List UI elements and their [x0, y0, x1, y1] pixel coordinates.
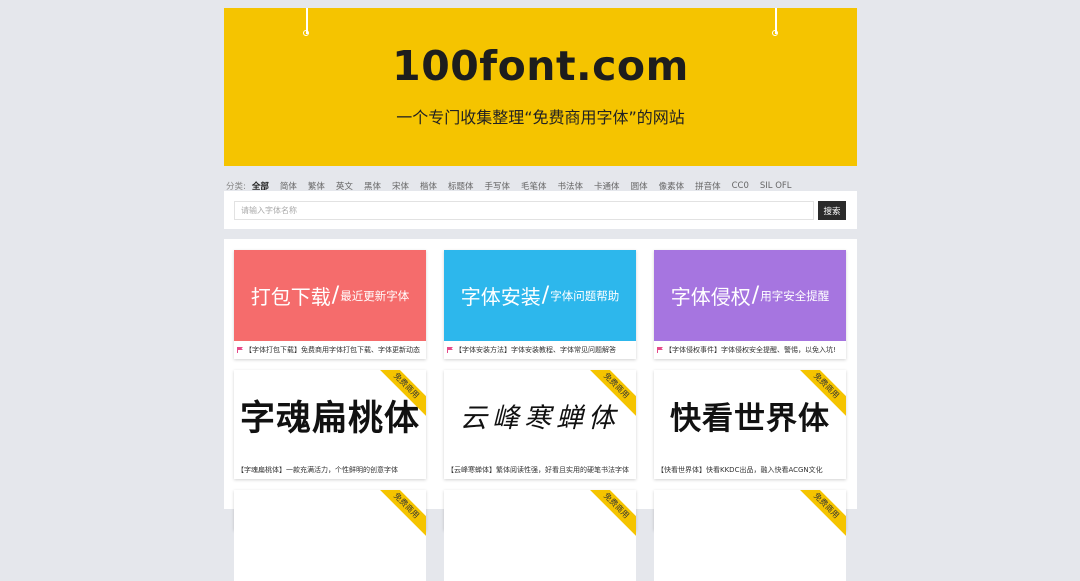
category-item-sil-ofl[interactable]: SIL OFL	[760, 181, 792, 191]
font-card[interactable]: 云峰寒蝉体 免费商用 【云峰寒蝉体】繁体阅读性强，好看且实用的硬笔书法字体	[444, 370, 636, 479]
search-bar: 搜索	[224, 191, 857, 229]
slash-separator: /	[331, 283, 340, 308]
flag-icon	[657, 347, 663, 353]
feature-card-caption[interactable]: 【字体安装方法】字体安装教程、字体常见问题解答	[444, 341, 636, 359]
feature-card-title: 字体安装	[460, 285, 541, 309]
feature-card-infringement[interactable]: 字体侵权 / 用字安全提醒 【字体侵权事件】字体侵权安全提醒、警惕，以免入坑!	[654, 250, 846, 359]
free-commercial-ribbon: 免费商用	[582, 490, 636, 540]
font-preview: 云峰寒蝉体 免费商用	[444, 370, 636, 461]
caption-text: 【字体侵权事件】字体侵权安全提醒、警惕，以免入坑!	[665, 346, 836, 354]
search-button[interactable]: 搜索	[818, 201, 846, 220]
free-commercial-ribbon: 免费商用	[792, 490, 846, 540]
font-card-caption[interactable]: 【字魂扁桃体】一款充满活力，个性鲜明的创意字体	[234, 461, 426, 479]
feature-card-banner: 打包下载 / 最近更新字体	[234, 250, 426, 341]
font-card[interactable]: 字魂扁桃体 免费商用 【字魂扁桃体】一款充满活力，个性鲜明的创意字体	[234, 370, 426, 479]
feature-card-banner: 字体侵权 / 用字安全提醒	[654, 250, 846, 341]
font-preview: 免费商用	[654, 490, 846, 581]
free-commercial-ribbon: 免费商用	[372, 490, 426, 540]
hanging-hook-right	[772, 8, 778, 36]
feature-card-subtitle: 用字安全提醒	[760, 288, 830, 303]
feature-card-caption[interactable]: 【字体侵权事件】字体侵权安全提醒、警惕，以免入坑!	[654, 341, 846, 359]
caption-text: 【字体打包下载】免费商用字体打包下载、字体更新动态	[245, 346, 420, 354]
page-container: 100font.com 一个专门收集整理“免费商用字体”的网站 分类: 全部 简…	[224, 8, 857, 581]
font-preview: 免费商用	[444, 490, 636, 581]
font-sample-text: 云峰寒蝉体	[460, 403, 620, 434]
search-input[interactable]	[234, 201, 814, 220]
font-card[interactable]: 免费商用	[444, 490, 636, 581]
font-card[interactable]: 免费商用	[234, 490, 426, 581]
site-title[interactable]: 100font.com	[224, 42, 857, 90]
category-item-cc0[interactable]: CC0	[732, 181, 749, 191]
font-card-caption[interactable]: 【云峰寒蝉体】繁体阅读性强，好看且实用的硬笔书法字体	[444, 461, 636, 479]
feature-card-caption[interactable]: 【字体打包下载】免费商用字体打包下载、字体更新动态	[234, 341, 426, 359]
feature-card-title: 字体侵权	[670, 285, 751, 309]
feature-card-subtitle: 字体问题帮助	[550, 288, 620, 303]
slash-separator: /	[541, 283, 550, 308]
feature-card-download[interactable]: 打包下载 / 最近更新字体 【字体打包下载】免费商用字体打包下载、字体更新动态	[234, 250, 426, 359]
feature-card-subtitle: 最近更新字体	[340, 288, 410, 303]
font-preview: 免费商用	[234, 490, 426, 581]
feature-card-banner: 字体安装 / 字体问题帮助	[444, 250, 636, 341]
flag-icon	[447, 347, 453, 353]
caption-text: 【字体安装方法】字体安装教程、字体常见问题解答	[455, 346, 616, 354]
font-preview: 字魂扁桃体 免费商用	[234, 370, 426, 461]
font-preview: 快看世界体 免费商用	[654, 370, 846, 461]
font-card[interactable]: 免费商用	[654, 490, 846, 581]
font-card[interactable]: 快看世界体 免费商用 【快看世界体】快看KKDC出品，融入快看ACGN文化	[654, 370, 846, 479]
font-card-caption[interactable]: 【快看世界体】快看KKDC出品，融入快看ACGN文化	[654, 461, 846, 479]
font-sample-text: 快看世界体	[670, 401, 830, 437]
flag-icon	[237, 347, 243, 353]
content-panel: 打包下载 / 最近更新字体 【字体打包下载】免费商用字体打包下载、字体更新动态 字体…	[224, 239, 857, 581]
hanging-hook-left	[303, 8, 309, 36]
feature-card-install[interactable]: 字体安装 / 字体问题帮助 【字体安装方法】字体安装教程、字体常见问题解答	[444, 250, 636, 359]
site-banner: 100font.com 一个专门收集整理“免费商用字体”的网站	[224, 8, 857, 166]
font-sample-text: 字魂扁桃体	[239, 399, 420, 439]
site-subtitle: 一个专门收集整理“免费商用字体”的网站	[396, 108, 685, 127]
feature-card-title: 打包下载	[250, 285, 331, 309]
slash-separator: /	[751, 283, 760, 308]
